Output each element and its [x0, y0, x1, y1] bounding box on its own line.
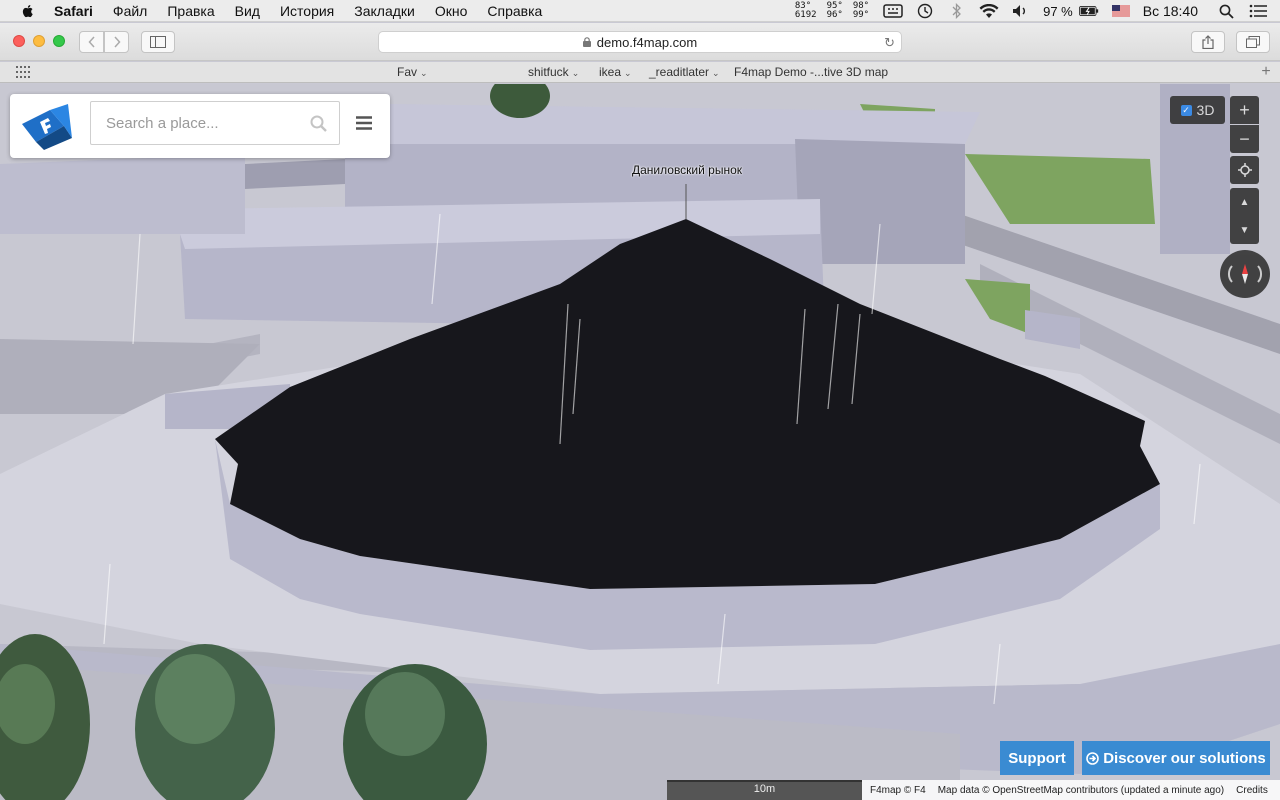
browser-toolbar: demo.f4map.com ↻	[0, 23, 1280, 61]
menu-file[interactable]: Файл	[113, 3, 147, 19]
address-bar[interactable]: demo.f4map.com ↻	[378, 31, 902, 53]
menu-history[interactable]: История	[280, 3, 334, 19]
search-icon[interactable]	[310, 115, 327, 132]
bookmark-folder-shitfuck[interactable]: shitfuck ⌄	[528, 65, 579, 79]
menu-bar: Safari Файл Правка Вид История Закладки …	[0, 0, 1280, 22]
wifi-icon[interactable]	[979, 3, 999, 19]
tilt-down-button[interactable]: ▼	[1230, 216, 1259, 244]
temp-value: 96°	[826, 10, 843, 20]
clock[interactable]: Вс 18:40	[1143, 3, 1198, 19]
bookmark-label: shitfuck	[528, 65, 569, 79]
chevron-down-icon: ⌄	[571, 68, 580, 78]
share-button[interactable]	[1191, 31, 1225, 53]
attribution-osm[interactable]: Map data © OpenStreetMap contributors (u…	[938, 785, 1224, 796]
volume-icon[interactable]	[1011, 3, 1031, 19]
menu-help[interactable]: Справка	[487, 3, 542, 19]
minus-icon: −	[1239, 128, 1250, 149]
menu-bookmarks[interactable]: Закладки	[354, 3, 415, 19]
hamburger-menu-icon[interactable]	[356, 116, 372, 130]
bookmark-label: ikea	[599, 65, 622, 79]
tabs-overview-button[interactable]	[1236, 31, 1270, 53]
fullscreen-window-button[interactable]	[53, 35, 65, 47]
zoom-out-button[interactable]: −	[1230, 125, 1259, 153]
battery-icon[interactable]	[1078, 3, 1099, 19]
scale-bar: 10m	[667, 780, 862, 800]
menu-window[interactable]: Окно	[435, 3, 468, 19]
arrow-circle-right-icon	[1086, 751, 1100, 765]
apple-icon[interactable]	[20, 3, 36, 19]
search-field[interactable]	[90, 101, 340, 145]
chevron-down-icon: ⌄	[420, 68, 428, 78]
map-3d-scene[interactable]	[0, 84, 1280, 800]
menu-safari[interactable]: Safari	[54, 3, 93, 19]
attribution-f4map[interactable]: F4map © F4	[870, 785, 926, 796]
chevron-right-icon	[113, 36, 121, 48]
triangle-down-icon: ▼	[1239, 224, 1250, 236]
f4map-logo[interactable]	[20, 102, 74, 150]
favorites-grid-icon[interactable]	[16, 66, 30, 78]
temp-value: 6192	[794, 10, 817, 20]
url-text: demo.f4map.com	[596, 34, 698, 50]
compass-rotate-control[interactable]	[1220, 250, 1270, 298]
chevron-left-icon	[87, 36, 95, 48]
bookmark-folder-ikea[interactable]: ikea ⌄	[599, 65, 632, 79]
tilt-up-button[interactable]: ▲	[1230, 188, 1259, 216]
sidebar-icon	[150, 36, 166, 48]
menu-view[interactable]: Вид	[235, 3, 260, 19]
share-icon	[1202, 35, 1214, 49]
temp-value: 99°	[852, 10, 870, 20]
close-window-button[interactable]	[13, 35, 25, 47]
bookmark-label: Fav	[397, 65, 418, 79]
3d-toggle-label: 3D	[1196, 102, 1215, 118]
fence	[245, 159, 345, 189]
spotlight-icon[interactable]	[1216, 3, 1236, 19]
discover-solutions-button[interactable]: Discover our solutions	[1082, 741, 1270, 775]
place-label[interactable]: Даниловский рынок	[632, 163, 742, 177]
locate-me-button[interactable]	[1230, 156, 1259, 184]
sidebar-button[interactable]	[141, 31, 175, 53]
back-button[interactable]	[79, 31, 104, 53]
search-panel	[10, 94, 390, 158]
3d-toggle[interactable]: ✓ 3D	[1170, 96, 1225, 124]
reload-icon[interactable]: ↻	[884, 35, 895, 51]
lock-icon	[582, 37, 591, 47]
time-machine-icon[interactable]	[915, 3, 935, 19]
discover-label: Discover our solutions	[1103, 749, 1266, 767]
zoom-in-button[interactable]: +	[1230, 96, 1259, 124]
support-button[interactable]: Support	[1000, 741, 1074, 775]
battery-percent: 97 %	[1043, 3, 1073, 19]
tabs-icon	[1246, 36, 1260, 48]
chevron-down-icon: ⌄	[712, 68, 720, 78]
menu-edit[interactable]: Правка	[167, 3, 214, 19]
search-input[interactable]	[91, 102, 301, 144]
bluetooth-icon[interactable]	[947, 3, 967, 19]
bookmark-folder-readitlater[interactable]: _readitlater ⌄	[649, 65, 720, 79]
keyboard-icon[interactable]	[883, 3, 903, 19]
checkbox-checked-icon[interactable]: ✓	[1180, 104, 1192, 116]
compass-icon	[1228, 264, 1262, 284]
crosshair-icon	[1237, 163, 1252, 177]
new-tab-icon[interactable]: +	[1256, 63, 1276, 81]
bookmarks-bar: Fav ⌄ shitfuck ⌄ ikea ⌄ _readitlater ⌄ F4map…	[0, 62, 1280, 83]
bookmark-f4map-demo[interactable]: F4map Demo -...tive 3D map	[734, 65, 888, 79]
forward-button[interactable]	[104, 31, 129, 53]
bookmark-label: _readitlater	[649, 65, 710, 79]
map-attribution: F4map © F4 Map data © OpenStreetMap cont…	[862, 780, 1280, 800]
notification-center-icon[interactable]	[1248, 3, 1268, 19]
bookmark-folder-fav[interactable]: Fav ⌄	[397, 65, 428, 79]
map-viewport[interactable]: Даниловский рынок ✓ 3D + − ▲ ▼ Support D…	[0, 84, 1280, 800]
bookmark-label: F4map Demo -...tive 3D map	[734, 65, 889, 79]
minimize-window-button[interactable]	[33, 35, 45, 47]
chevron-down-icon: ⌄	[624, 68, 632, 78]
us-flag-icon[interactable]	[1111, 3, 1131, 19]
temperature-monitor[interactable]: 83° 6192 95° 96° 98° 99°	[795, 2, 869, 20]
attribution-credits-link[interactable]: Credits	[1236, 785, 1268, 796]
plus-icon: +	[1239, 99, 1250, 120]
triangle-up-icon: ▲	[1239, 196, 1250, 208]
building	[0, 154, 245, 234]
